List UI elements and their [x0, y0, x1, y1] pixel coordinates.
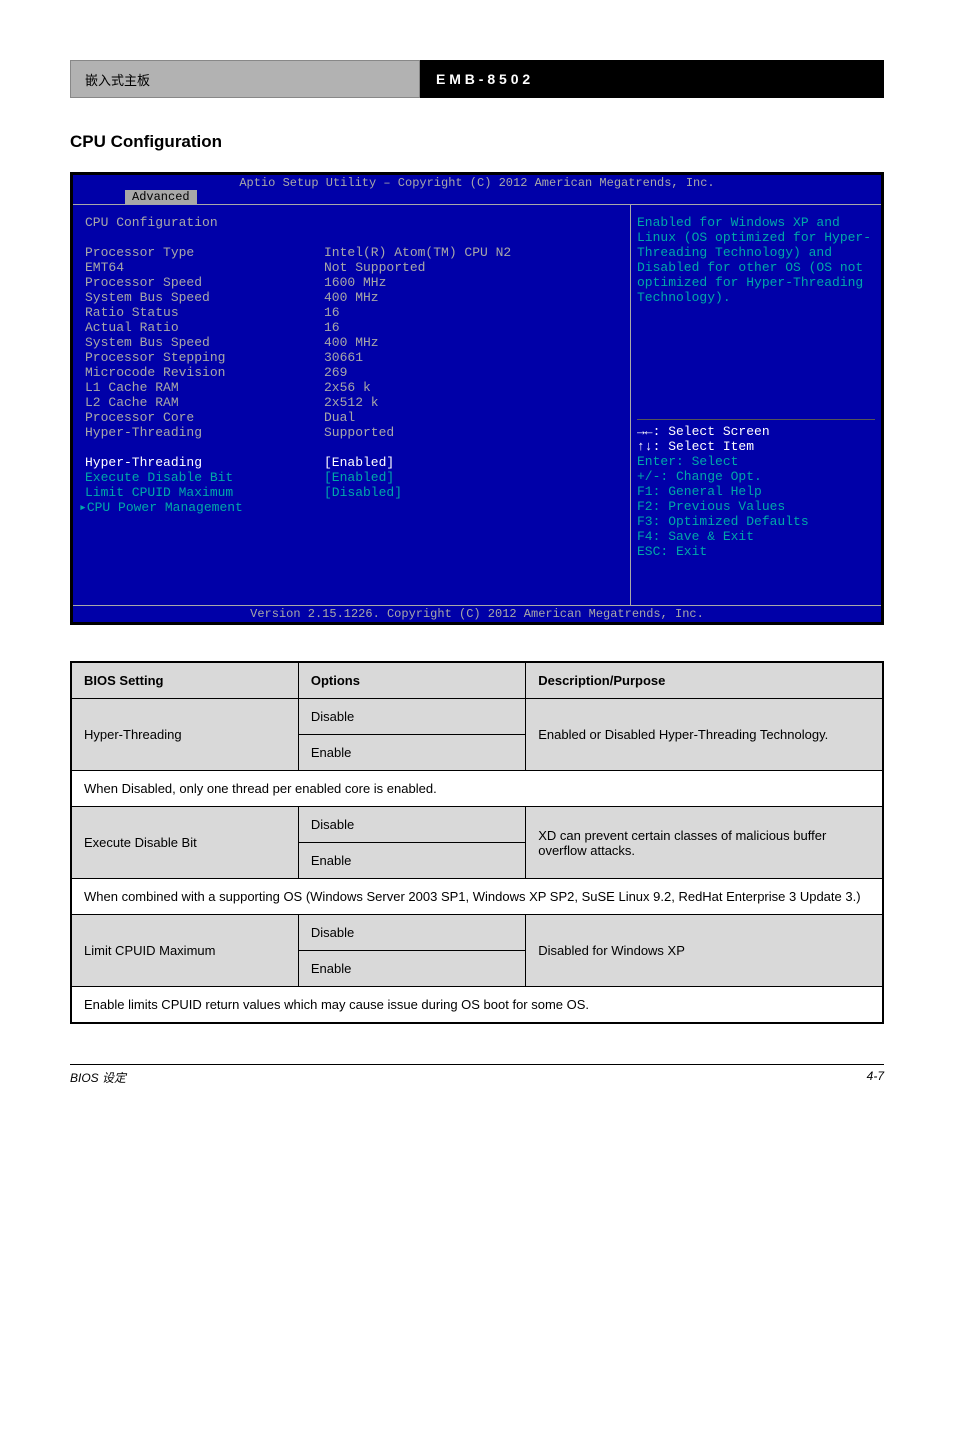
- opt-label: Execute Disable Bit: [79, 470, 324, 485]
- bios-help-text: Enabled for Windows XP and Linux (OS opt…: [637, 215, 875, 305]
- row-label: Actual Ratio: [79, 320, 324, 335]
- bios-heading-text: CPU Configuration: [85, 215, 218, 230]
- key-hint: F3: Optimized Defaults: [637, 514, 875, 529]
- row-value: Dual: [324, 410, 627, 425]
- row-value: 16: [324, 305, 627, 320]
- cell-setting: Limit CPUID Maximum: [71, 915, 298, 987]
- key-hint: F1: General Help: [637, 484, 875, 499]
- cell-option: Enable: [298, 843, 525, 879]
- th-description: Description/Purpose: [526, 662, 883, 699]
- key-hint: +/-: Change Opt.: [637, 469, 875, 484]
- opt-value: [Enabled]: [324, 470, 627, 485]
- row-value: 30661: [324, 350, 627, 365]
- header-right: E M B - 8 5 0 2: [420, 60, 884, 98]
- row-value: 400 MHz: [324, 290, 627, 305]
- bios-option-hyper-threading[interactable]: Hyper-Threading[Enabled]: [79, 455, 627, 470]
- footer-left: BIOS 设定: [70, 1069, 126, 1086]
- submenu-arrow-icon: ▸: [79, 500, 87, 515]
- row-label: System Bus Speed: [79, 290, 324, 305]
- page-footer: BIOS 设定 4-7: [70, 1064, 884, 1086]
- bios-option-execute-disable[interactable]: Execute Disable Bit[Enabled]: [79, 470, 627, 485]
- row-label: Microcode Revision: [79, 365, 324, 380]
- key-hint: F2: Previous Values: [637, 499, 875, 514]
- cell-span-note: When combined with a supporting OS (Wind…: [71, 879, 883, 915]
- cell-option: Disable: [298, 915, 525, 951]
- opt-value: [Disabled]: [324, 485, 627, 500]
- bios-heading: CPU Configuration: [79, 215, 627, 230]
- section-title: CPU Configuration: [70, 132, 884, 152]
- row-label: L2 Cache RAM: [79, 395, 324, 410]
- row-label: Processor Speed: [79, 275, 324, 290]
- row-value: 16: [324, 320, 627, 335]
- cell-desc: Enabled or Disabled Hyper-Threading Tech…: [526, 699, 883, 771]
- row-label: Processor Stepping: [79, 350, 324, 365]
- bios-main-panel: CPU Configuration Processor TypeIntel(R)…: [73, 205, 631, 605]
- cell-desc: Disabled for Windows XP: [526, 915, 883, 987]
- cell-option: Disable: [298, 699, 525, 735]
- th-bios-setting: BIOS Setting: [71, 662, 298, 699]
- row-label: L1 Cache RAM: [79, 380, 324, 395]
- cell-option: Enable: [298, 951, 525, 987]
- cell-desc: XD can prevent certain classes of malici…: [526, 807, 883, 879]
- key-hint: ↑↓: Select Item: [637, 439, 875, 454]
- bios-title: Aptio Setup Utility – Copyright (C) 2012…: [73, 175, 881, 190]
- row-value: Not Supported: [324, 260, 627, 275]
- cell-option: Enable: [298, 735, 525, 771]
- opt-value: [Enabled]: [324, 455, 627, 470]
- cell-option: Disable: [298, 807, 525, 843]
- row-label: Processor Type: [79, 245, 324, 260]
- bios-submenu-cpu-power[interactable]: ▸ CPU Power Management: [79, 500, 627, 515]
- footer-right: 4-7: [867, 1069, 884, 1086]
- options-table: BIOS Setting Options Description/Purpose…: [70, 661, 884, 1024]
- row-value: 2x512 k: [324, 395, 627, 410]
- row-label: Ratio Status: [79, 305, 324, 320]
- cell-span-note: When Disabled, only one thread per enabl…: [71, 771, 883, 807]
- row-value: Supported: [324, 425, 627, 440]
- opt-label: Hyper-Threading: [79, 455, 324, 470]
- key-hint: Enter: Select: [637, 454, 875, 469]
- header-model: E M B - 8 5 0 2: [436, 71, 530, 87]
- cell-span-note: Enable limits CPUID return values which …: [71, 987, 883, 1024]
- key-hint: F4: Save & Exit: [637, 529, 875, 544]
- row-value: Intel(R) Atom(TM) CPU N2: [324, 245, 627, 260]
- bios-screen: Aptio Setup Utility – Copyright (C) 2012…: [70, 172, 884, 625]
- cell-setting: Hyper-Threading: [71, 699, 298, 771]
- bios-side-panel: Enabled for Windows XP and Linux (OS opt…: [631, 205, 881, 605]
- row-label: EMT64: [79, 260, 324, 275]
- bios-tab-advanced[interactable]: Advanced: [125, 190, 197, 204]
- row-value: 269: [324, 365, 627, 380]
- row-value: 1600 MHz: [324, 275, 627, 290]
- row-value: 400 MHz: [324, 335, 627, 350]
- row-label: Processor Core: [79, 410, 324, 425]
- row-label: Hyper-Threading: [79, 425, 324, 440]
- bios-footer: Version 2.15.1226. Copyright (C) 2012 Am…: [73, 605, 881, 622]
- bios-tab-row: Advanced: [73, 190, 881, 205]
- submenu-label: CPU Power Management: [87, 500, 243, 515]
- bios-option-limit-cpuid[interactable]: Limit CPUID Maximum[Disabled]: [79, 485, 627, 500]
- row-value: 2x56 k: [324, 380, 627, 395]
- row-label: System Bus Speed: [79, 335, 324, 350]
- key-hint: →←: Select Screen: [637, 424, 875, 439]
- header-left: 嵌入式主板: [70, 60, 420, 98]
- header-bar: 嵌入式主板 E M B - 8 5 0 2: [70, 60, 884, 98]
- key-hint: ESC: Exit: [637, 544, 875, 559]
- th-options: Options: [298, 662, 525, 699]
- cell-setting: Execute Disable Bit: [71, 807, 298, 879]
- opt-label: Limit CPUID Maximum: [79, 485, 324, 500]
